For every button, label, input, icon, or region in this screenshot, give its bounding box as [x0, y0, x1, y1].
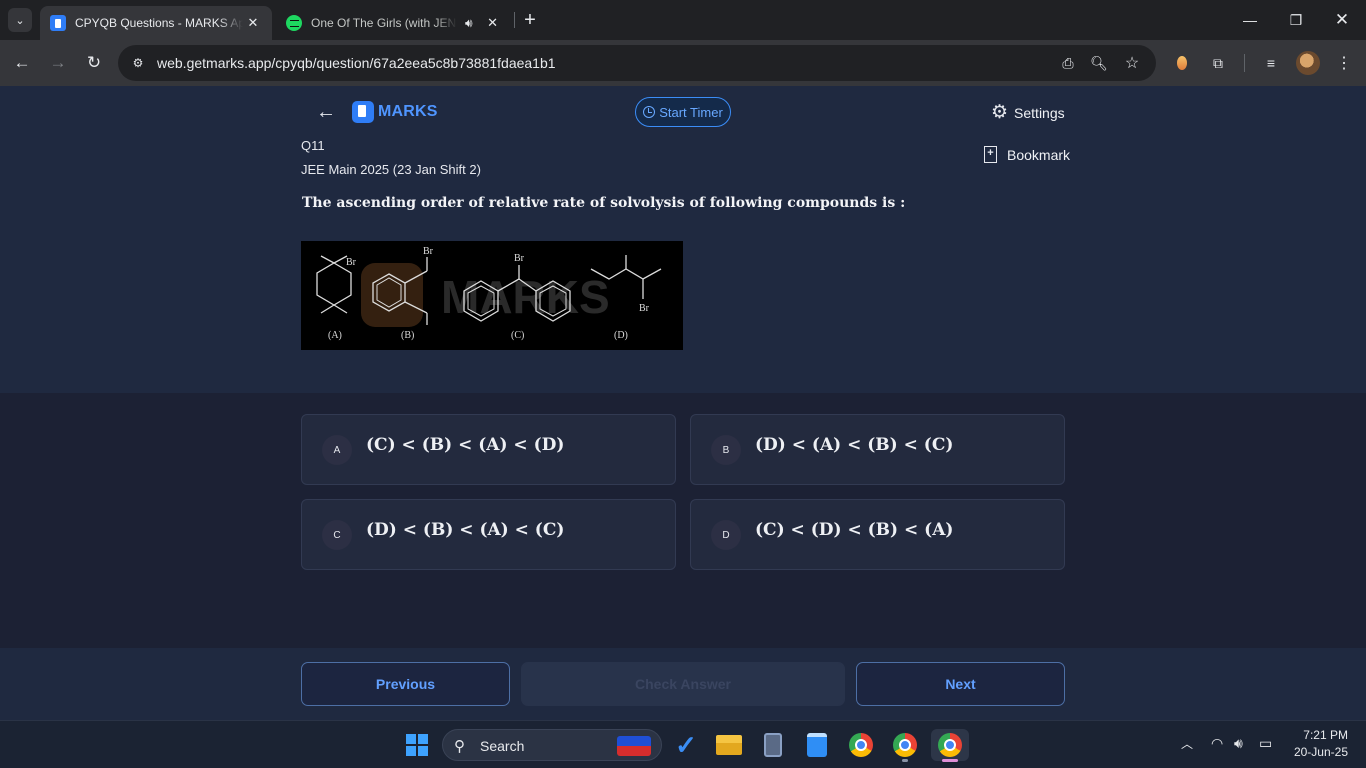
close-window-button[interactable]: ✕	[1320, 6, 1364, 34]
check-answer-button[interactable]: Check Answer	[521, 662, 845, 706]
search-label: Search	[480, 738, 525, 754]
site-info-icon[interactable]: ⚙	[126, 51, 150, 75]
question-source: JEE Main 2025 (23 Jan Shift 2)	[301, 162, 481, 177]
file-explorer-icon[interactable]	[713, 729, 745, 761]
todo-app-icon[interactable]: ✓	[670, 729, 702, 761]
option-letter-badge: D	[711, 520, 741, 550]
taskbar-search[interactable]: ⚲ Search	[442, 729, 662, 761]
question-text: The ascending order of relative rate of …	[302, 195, 906, 211]
structure-label: (B)	[401, 330, 414, 341]
notepad-icon[interactable]	[801, 729, 833, 761]
close-icon[interactable]: ✕	[243, 13, 263, 33]
option-letter-badge: A	[322, 435, 352, 465]
option-a[interactable]: A (C) < (B) < (A) < (D)	[301, 414, 676, 485]
question-image: MARKS Br Br Br Br (A) (B) (C) (D)	[301, 241, 683, 350]
option-letter-badge: C	[322, 520, 352, 550]
install-app-icon[interactable]: ⎙	[1057, 52, 1079, 74]
structure-label: (D)	[614, 330, 628, 341]
chevron-up-icon[interactable]: ︿	[1181, 735, 1193, 752]
chemical-structures: MARKS Br Br Br Br (A) (B) (C) (D)	[316, 246, 662, 341]
restore-button[interactable]: ❐	[1274, 6, 1318, 34]
question-number: Q11	[301, 138, 325, 153]
watermark-logo-icon	[361, 263, 423, 327]
extension-icon[interactable]	[1177, 56, 1187, 70]
option-text: (D) < (A) < (B) < (C)	[755, 435, 954, 455]
zoom-icon[interactable]: 🔍︎	[1088, 52, 1110, 74]
clock-time[interactable]: 7:21 PM	[1300, 728, 1348, 742]
watermark-text: MARKS	[441, 271, 610, 323]
bookmark-icon: +	[984, 146, 997, 163]
new-tab-button[interactable]: +	[518, 8, 542, 32]
option-letter-badge: B	[711, 435, 741, 465]
browser-toolbar: ← → ↻ ⚙ web.getmarks.app/cpyqb/question/…	[0, 40, 1366, 86]
settings-button[interactable]: ⚙ Settings	[991, 101, 1065, 124]
question-panel	[0, 86, 1366, 393]
search-icon: ⚲	[454, 738, 465, 755]
tab-divider	[514, 12, 515, 28]
option-text: (D) < (B) < (A) < (C)	[366, 520, 565, 540]
start-button[interactable]	[401, 729, 433, 761]
structure-label: (A)	[328, 330, 342, 341]
bookmark-button[interactable]: + Bookmark	[984, 146, 1070, 163]
bookmark-label: Bookmark	[1007, 146, 1071, 163]
option-text: (C) < (B) < (A) < (D)	[366, 435, 565, 455]
extensions-puzzle-icon[interactable]: ⧉	[1206, 51, 1230, 75]
option-c[interactable]: C (D) < (B) < (A) < (C)	[301, 499, 676, 570]
back-arrow-icon[interactable]: ←	[314, 100, 338, 124]
wifi-icon[interactable]: ◠	[1211, 735, 1223, 752]
minimize-button[interactable]: —	[1228, 6, 1272, 34]
br-label: Br	[346, 257, 357, 268]
settings-label: Settings	[1014, 104, 1065, 121]
spotify-favicon-icon	[286, 15, 302, 31]
tab-title: One Of The Girls (with JENNIE	[311, 16, 457, 30]
taskbar: ⚲ Search ✓	[0, 720, 1366, 768]
bookmark-star-icon[interactable]: ☆	[1121, 52, 1143, 74]
running-indicator	[902, 759, 908, 762]
option-d[interactable]: D (C) < (D) < (B) < (A)	[690, 499, 1065, 570]
forward-button[interactable]: →	[44, 49, 72, 77]
gear-icon: ⚙	[991, 102, 1009, 123]
next-button[interactable]: Next	[856, 662, 1065, 706]
clock-date[interactable]: 20-Jun-25	[1288, 745, 1348, 759]
br-label: Br	[639, 303, 650, 314]
volume-icon[interactable]: 🔊︎	[1234, 735, 1243, 752]
speaker-icon[interactable]: 🔊︎	[465, 16, 473, 31]
chrome-active-icon[interactable]	[931, 729, 969, 761]
option-b[interactable]: B (D) < (A) < (B) < (C)	[690, 414, 1065, 485]
tab-title: CPYQB Questions - MARKS App	[75, 16, 243, 30]
marks-logo-icon	[352, 101, 374, 123]
start-timer-button[interactable]: Start Timer	[635, 97, 731, 127]
brand-name: MARKS	[378, 103, 438, 120]
chrome-profile-icon[interactable]	[889, 729, 921, 761]
clock-icon	[643, 106, 656, 118]
tab-marks[interactable]: CPYQB Questions - MARKS App ✕	[40, 6, 272, 40]
toolbar-divider	[1244, 54, 1245, 72]
calculator-icon[interactable]	[757, 729, 789, 761]
options-panel	[0, 393, 1366, 648]
marks-favicon-icon	[50, 15, 66, 31]
battery-icon[interactable]: ▭	[1259, 735, 1272, 752]
back-button[interactable]: ←	[8, 49, 36, 77]
previous-button[interactable]: Previous	[301, 662, 510, 706]
windows-logo-icon	[406, 734, 428, 756]
reload-button[interactable]: ↻	[80, 49, 108, 77]
start-timer-label: Start Timer	[659, 104, 723, 120]
tab-spotify[interactable]: One Of The Girls (with JENNIE 🔊︎ ✕	[276, 6, 512, 40]
active-indicator	[942, 759, 958, 762]
brand-logo[interactable]: MARKS	[352, 101, 438, 123]
url-text[interactable]: web.getmarks.app/cpyqb/question/67a2eea5…	[157, 55, 556, 71]
chrome-icon[interactable]	[845, 729, 877, 761]
close-icon[interactable]: ✕	[483, 13, 503, 33]
br-label: Br	[514, 253, 525, 264]
structure-label: (C)	[511, 330, 524, 341]
tab-search-button[interactable]: ⌄	[8, 8, 32, 32]
address-bar[interactable]: ⚙ web.getmarks.app/cpyqb/question/67a2ee…	[118, 45, 1156, 81]
br-label: Br	[423, 246, 434, 257]
tab-bar: ⌄ CPYQB Questions - MARKS App ✕ One Of T…	[0, 0, 1366, 40]
option-text: (C) < (D) < (B) < (A)	[755, 520, 954, 540]
search-highlight-icon	[617, 736, 651, 756]
profile-avatar[interactable]	[1296, 51, 1320, 75]
media-control-icon[interactable]: ≡	[1259, 51, 1283, 75]
menu-icon[interactable]: ⋮	[1332, 51, 1356, 75]
